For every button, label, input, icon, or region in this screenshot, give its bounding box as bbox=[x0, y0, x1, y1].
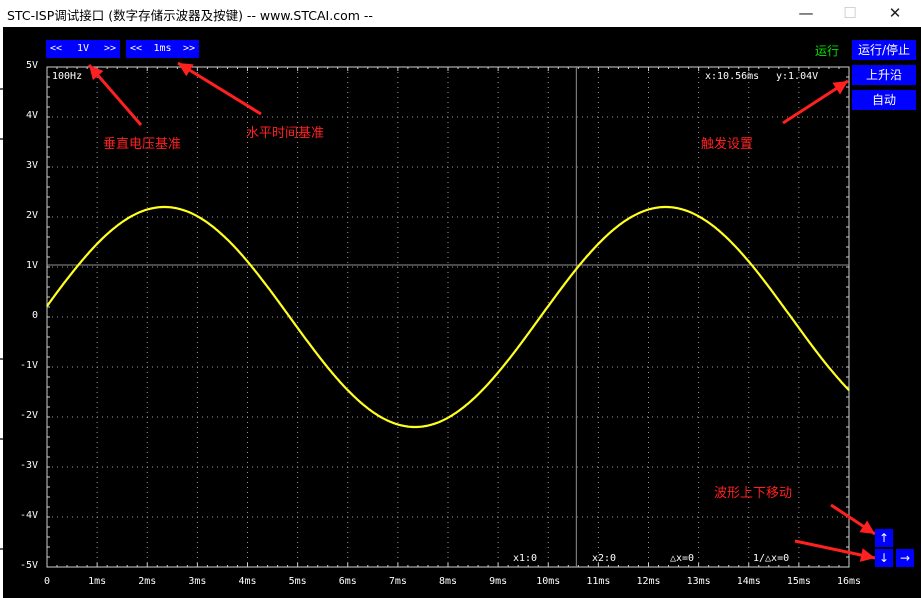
y-tick-label: 1V bbox=[25, 260, 38, 271]
x-tick-label: 9ms bbox=[489, 576, 508, 587]
x-tick-label: 1ms bbox=[88, 576, 107, 587]
x-tick-label: 16ms bbox=[836, 576, 862, 587]
frequency-readout: 100Hz bbox=[52, 71, 83, 82]
x-tick-label: 0 bbox=[43, 576, 51, 587]
x-tick-label: 2ms bbox=[138, 576, 157, 587]
time-base-annotation: 水平时间基准 bbox=[246, 126, 325, 141]
waveform-plot[interactable] bbox=[3, 27, 921, 598]
y-tick-label: 2V bbox=[25, 210, 38, 221]
x-tick-label: 10ms bbox=[536, 576, 561, 587]
inverse-delta-x-readout: 1/△x=0 bbox=[753, 553, 790, 564]
x-tick-label: 12ms bbox=[636, 576, 661, 587]
window-title: STC-ISP调试接口 (数字存储示波器及按键) -- www.STCAI.co… bbox=[7, 8, 373, 23]
y-tick-label: 4V bbox=[25, 110, 38, 121]
x-tick-label: 13ms bbox=[686, 576, 711, 587]
close-button[interactable]: ✕ bbox=[873, 2, 917, 24]
y-tick-label: -1V bbox=[19, 360, 38, 371]
y-tick-label: -3V bbox=[19, 460, 38, 471]
x2-readout: x2:0 bbox=[592, 553, 617, 564]
y-tick-label: 3V bbox=[25, 160, 38, 171]
x-tick-label: 11ms bbox=[586, 576, 611, 587]
x-tick-label: 6ms bbox=[338, 576, 357, 587]
time-base-arrow bbox=[177, 61, 262, 116]
x-tick-label: 8ms bbox=[438, 576, 458, 587]
x-tick-label: 15ms bbox=[786, 576, 811, 587]
wave-down-arrow bbox=[794, 539, 876, 562]
cursor-y-readout: y:1.04V bbox=[776, 71, 819, 82]
x-tick-label: 4ms bbox=[238, 576, 257, 587]
cursor-x-readout: x:10.56ms bbox=[705, 71, 760, 82]
maximize-button[interactable]: ☐ bbox=[828, 2, 872, 24]
y-tick-label: 5V bbox=[25, 60, 38, 71]
volt-base-arrow bbox=[87, 64, 143, 126]
x-tick-label: 5ms bbox=[288, 576, 307, 587]
volt-base-annotation: 垂直电压基准 bbox=[103, 137, 182, 152]
x-tick-label: 7ms bbox=[388, 576, 407, 587]
move-wave-annotation: 波形上下移动 bbox=[714, 486, 793, 501]
x-tick-label: 14ms bbox=[736, 576, 761, 587]
wave-up-button[interactable]: ↑ bbox=[875, 529, 893, 547]
trigger-settings-arrow bbox=[782, 79, 849, 125]
title-bar: STC-ISP调试接口 (数字存储示波器及按键) -- www.STCAI.co… bbox=[0, 0, 921, 26]
y-tick-label: -5V bbox=[19, 560, 38, 571]
wave-right-button[interactable]: → bbox=[896, 549, 914, 567]
wave-up-arrow bbox=[830, 503, 876, 536]
y-tick-label: -2V bbox=[19, 410, 38, 421]
x1-readout: x1:0 bbox=[513, 553, 538, 564]
delta-x-readout: △x=0 bbox=[670, 553, 695, 564]
y-tick-label: 0 bbox=[31, 310, 38, 321]
x-tick-label: 3ms bbox=[188, 576, 207, 587]
y-tick-label: -4V bbox=[19, 510, 38, 521]
trigger-settings-annotation: 触发设置 bbox=[701, 137, 754, 152]
wave-down-button[interactable]: ↓ bbox=[875, 549, 893, 567]
oscilloscope-panel: << 1V >> << 1ms >> 运行 运行/停止 上升沿 自动 5V 4V 3… bbox=[3, 27, 921, 598]
minimize-button[interactable]: — bbox=[784, 2, 828, 24]
